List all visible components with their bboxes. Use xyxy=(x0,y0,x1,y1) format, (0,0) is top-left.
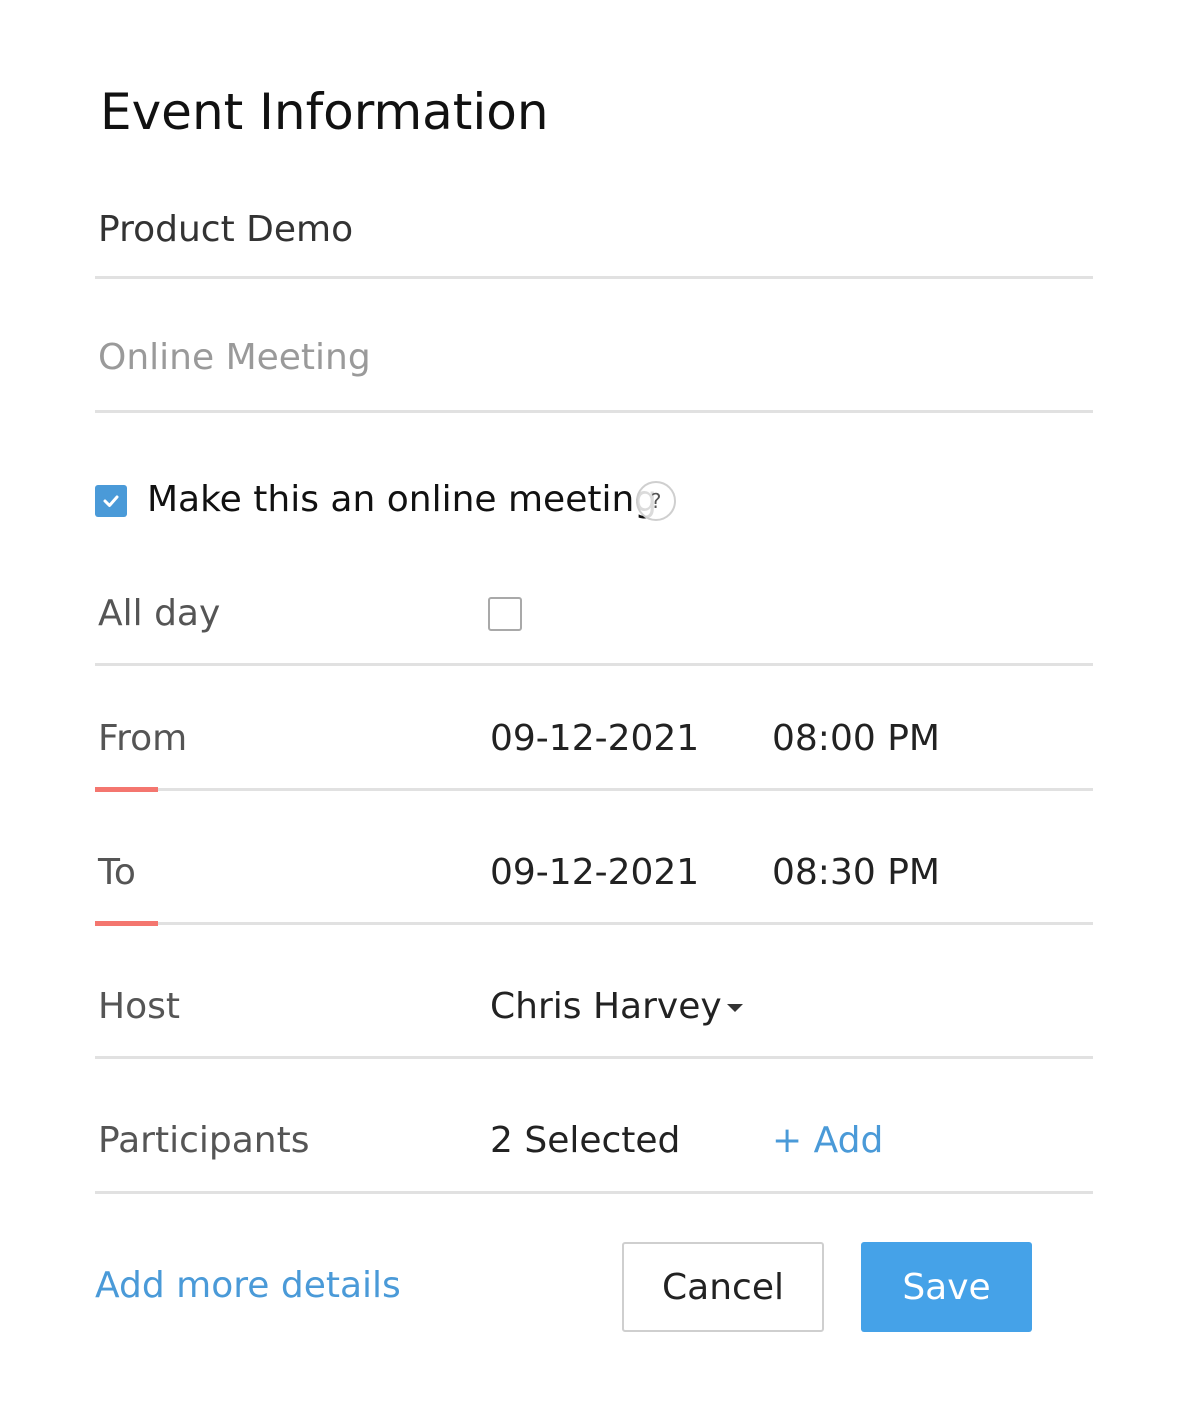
to-date-picker[interactable]: 09-12-2021 xyxy=(490,851,699,895)
dialog-title: Event Information xyxy=(100,83,549,141)
all-day-label: All day xyxy=(98,593,221,634)
to-label: To xyxy=(98,852,136,893)
participants-count[interactable]: 2 Selected xyxy=(490,1119,680,1163)
divider xyxy=(95,788,1093,791)
required-indicator xyxy=(95,921,158,926)
online-meeting-label: Make this an online meeting xyxy=(147,479,658,520)
chevron-down-icon[interactable] xyxy=(727,1004,743,1012)
from-time-picker[interactable]: 08:00 PM xyxy=(772,717,940,761)
all-day-checkbox[interactable] xyxy=(488,597,522,631)
divider xyxy=(95,276,1093,279)
participants-label: Participants xyxy=(98,1120,310,1161)
location-input[interactable]: Online Meeting xyxy=(98,336,371,380)
add-participant-link[interactable]: + Add xyxy=(772,1119,883,1163)
divider xyxy=(95,410,1093,413)
divider xyxy=(95,1056,1093,1059)
to-time-picker[interactable]: 08:30 PM xyxy=(772,851,940,895)
cancel-button[interactable]: Cancel xyxy=(622,1242,824,1332)
online-meeting-checkbox[interactable] xyxy=(95,485,127,517)
from-label: From xyxy=(98,718,188,759)
checkmark-icon xyxy=(103,495,119,507)
host-label: Host xyxy=(98,986,180,1027)
host-dropdown[interactable]: Chris Harvey xyxy=(490,985,722,1029)
save-button[interactable]: Save xyxy=(861,1242,1032,1332)
add-more-details-link[interactable]: Add more details xyxy=(95,1264,401,1308)
divider xyxy=(95,1191,1093,1194)
divider xyxy=(95,663,1093,666)
help-icon[interactable]: ? xyxy=(636,481,676,521)
event-name-input[interactable]: Product Demo xyxy=(98,208,353,252)
from-date-picker[interactable]: 09-12-2021 xyxy=(490,717,699,761)
required-indicator xyxy=(95,787,158,792)
divider xyxy=(95,922,1093,925)
